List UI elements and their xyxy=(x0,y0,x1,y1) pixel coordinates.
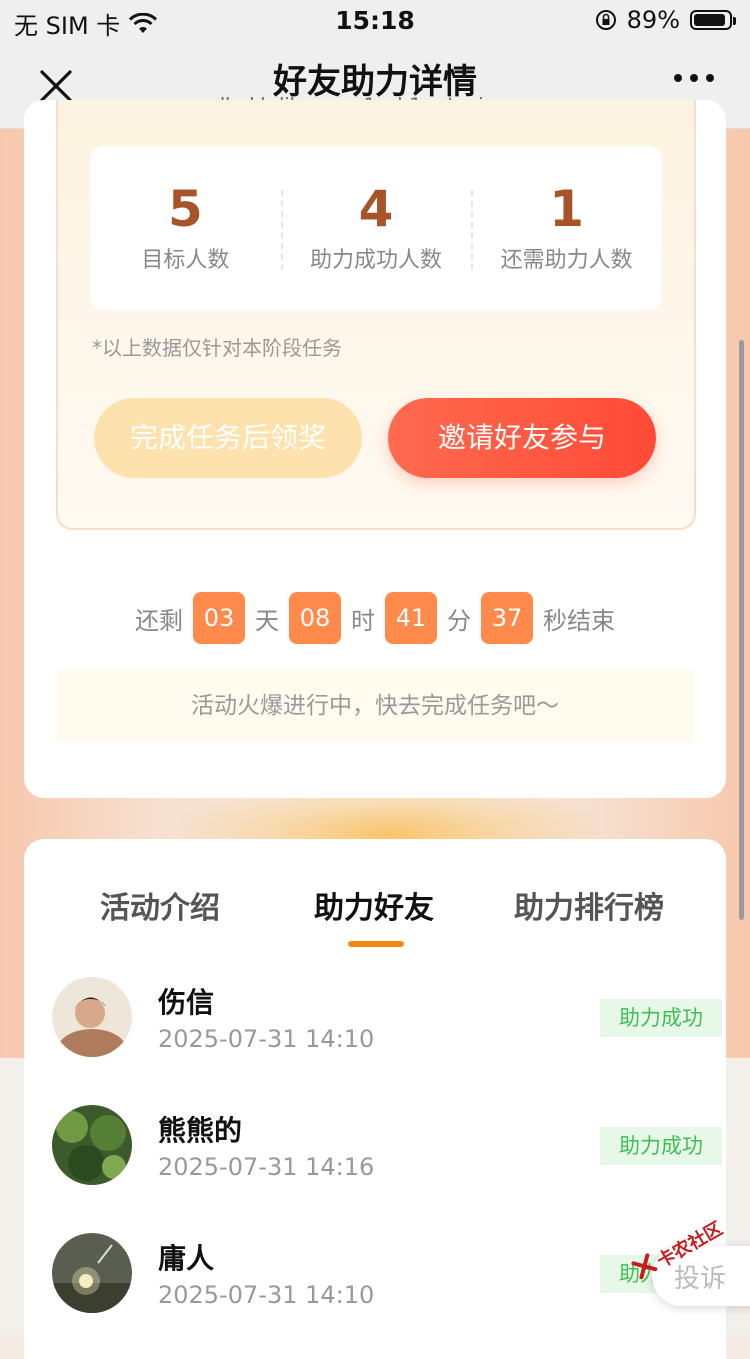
countdown-days: 03 xyxy=(193,592,245,644)
avatar xyxy=(52,1105,132,1185)
tab-bar: 活动介绍 助力好友 助力排行榜 xyxy=(24,883,726,926)
stat-label: 助力成功人数 xyxy=(310,248,443,273)
status-bar: 无 SIM 卡 15:18 89% xyxy=(0,0,750,44)
countdown-days-unit: 天 xyxy=(255,606,279,635)
friends-card: 活动介绍 助力好友 助力排行榜 伤信 2025-07-31 14:10 助力成功 xyxy=(24,839,726,1359)
countdown-hours-unit: 时 xyxy=(351,606,375,635)
friend-row: 熊熊的 2025-07-31 14:16 助力成功 xyxy=(52,1105,722,1189)
tab-activity-intro[interactable]: 活动介绍 xyxy=(100,883,220,927)
friend-name: 庸人 xyxy=(158,1242,215,1275)
task-progress-box: 5 目标人数 4 助力成功人数 1 还需助力人数 *以上数据仅针对本阶段任务 完… xyxy=(56,100,696,530)
status-right: 89% xyxy=(595,6,736,34)
stat-value: 5 xyxy=(167,180,203,238)
countdown-suffix: 秒结束 xyxy=(543,606,615,635)
countdown-prefix: 还剩 xyxy=(135,606,183,635)
friend-name: 熊熊的 xyxy=(158,1114,243,1147)
countdown: 还剩 03 天 08 时 41 分 37 秒结束 xyxy=(24,592,726,644)
friend-time: 2025-07-31 14:16 xyxy=(158,1153,375,1181)
tab-helper-friends[interactable]: 助力好友 xyxy=(314,883,434,927)
battery-percent: 89% xyxy=(626,6,680,34)
orientation-lock-icon xyxy=(595,10,616,30)
stat-label: 还需助力人数 xyxy=(500,248,633,273)
stats-panel: 5 目标人数 4 助力成功人数 1 还需助力人数 xyxy=(90,146,662,310)
active-tab-indicator xyxy=(348,941,404,947)
stats-note: *以上数据仅针对本阶段任务 xyxy=(92,336,342,360)
invite-friends-button[interactable]: 邀请好友参与 xyxy=(388,398,656,478)
stat-value: 4 xyxy=(358,180,394,238)
battery-icon xyxy=(690,10,736,30)
avatar xyxy=(52,977,132,1057)
friend-row: 庸人 2025-07-31 14:10 助力成功 xyxy=(52,1233,722,1317)
stat-remaining: 1 还需助力人数 xyxy=(471,146,662,310)
stat-value: 1 xyxy=(549,180,585,238)
stat-target: 5 目标人数 xyxy=(90,146,281,310)
friend-time: 2025-07-31 14:10 xyxy=(158,1281,375,1309)
friend-time: 2025-07-31 14:10 xyxy=(158,1025,375,1053)
countdown-seconds: 37 xyxy=(481,592,533,644)
status-badge: 助力成功 xyxy=(600,999,722,1037)
claim-reward-button[interactable]: 完成任务后领奖 xyxy=(94,398,362,478)
tab-leaderboard[interactable]: 助力排行榜 xyxy=(514,883,664,927)
avatar xyxy=(52,1233,132,1313)
status-badge: 助力成功 xyxy=(600,1127,722,1165)
more-icon[interactable] xyxy=(674,74,714,82)
activity-tip: 活动火爆进行中，快去完成任务吧～ xyxy=(56,670,694,742)
friend-name: 伤信 xyxy=(158,986,215,1019)
task-card: 5 目标人数 4 助力成功人数 1 还需助力人数 *以上数据仅针对本阶段任务 完… xyxy=(24,100,726,798)
countdown-minutes-unit: 分 xyxy=(447,606,471,635)
stat-label: 目标人数 xyxy=(141,248,230,273)
countdown-minutes: 41 xyxy=(385,592,437,644)
scrollbar[interactable] xyxy=(739,340,744,920)
countdown-hours: 08 xyxy=(289,592,341,644)
friend-row: 伤信 2025-07-31 14:10 助力成功 xyxy=(52,977,722,1061)
stat-success: 4 助力成功人数 xyxy=(280,146,472,310)
